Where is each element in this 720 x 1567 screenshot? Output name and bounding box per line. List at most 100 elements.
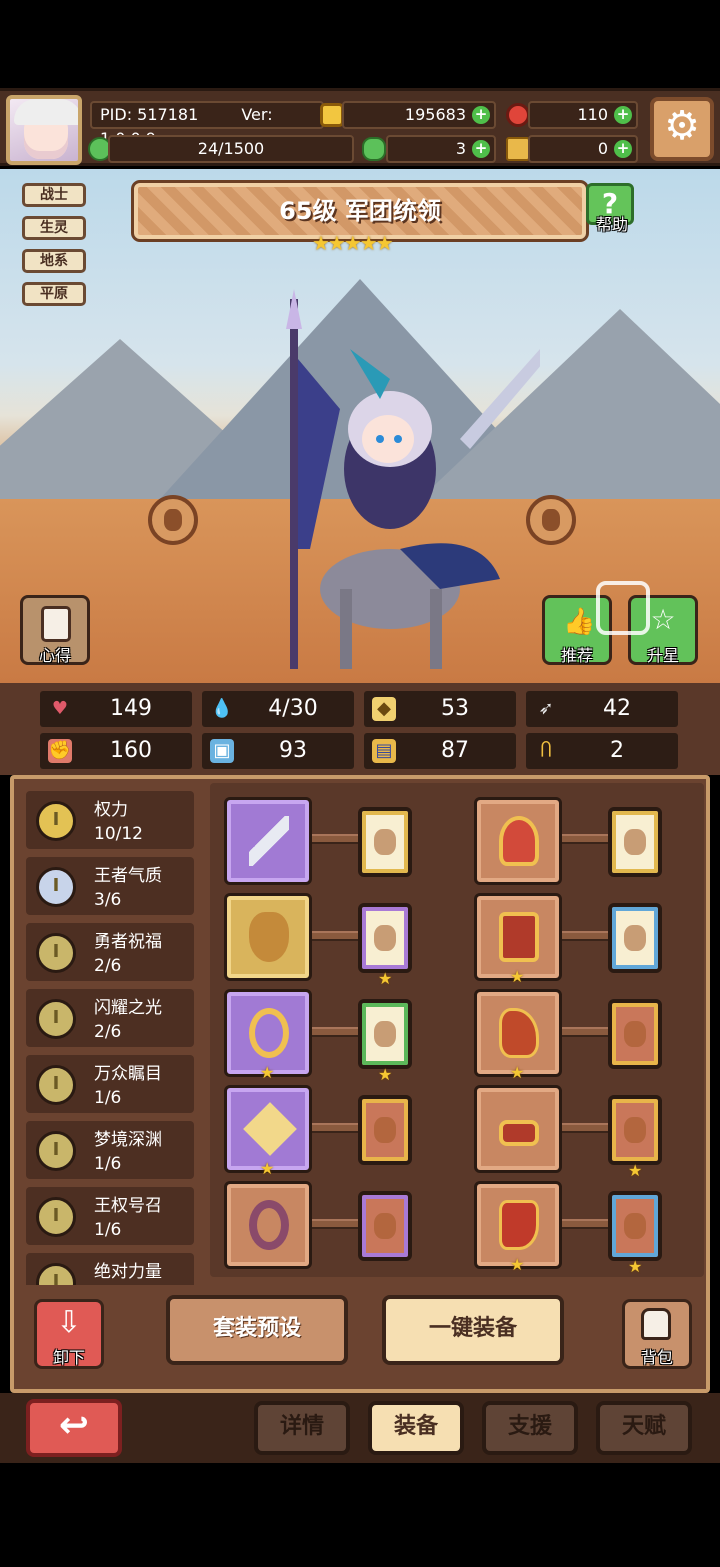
weapon-rune-card[interactable] <box>358 807 412 877</box>
backpack-button[interactable]: 背包 <box>622 1299 692 1369</box>
slot-connector <box>306 834 360 844</box>
set-item[interactable]: 勇者祝福 2/6 <box>26 923 194 981</box>
stat-hp: ♥ 149 <box>40 691 192 727</box>
set-item[interactable]: 梦境深渊 1/6 <box>26 1121 194 1179</box>
auto-equip-button[interactable]: 一键装备 <box>382 1295 564 1365</box>
screenshot-overlay-icon[interactable] <box>596 581 650 635</box>
scroll-icon <box>41 606 71 642</box>
set-item[interactable]: 万众瞩目 1/6 <box>26 1055 194 1113</box>
top-status-bar: PID: 517181 Ver: 1.0.0.9 195683 + 110 + … <box>0 88 720 166</box>
necklace-rune-card[interactable] <box>358 999 412 1069</box>
item-star-icon: ★ <box>510 1255 525 1274</box>
recommend-label: 推荐 <box>560 646 593 665</box>
tab-equipment[interactable]: 装备 <box>368 1401 464 1455</box>
ring-rune-card[interactable] <box>358 1191 412 1261</box>
backpack-label: 背包 <box>640 1348 673 1367</box>
set-bonus-list[interactable]: 权力 10/12 王者气质 3/6 勇者祝福 2/6 闪耀之光 2/6 万众瞩目… <box>20 785 204 1285</box>
ring-icon <box>249 1200 289 1250</box>
terrain-tag-plains: 平原 <box>22 282 86 306</box>
gold-counter: 195683 + <box>342 101 496 129</box>
set-item[interactable]: 王权号召 1/6 <box>26 1187 194 1245</box>
stat-magic-value: 93 <box>279 738 307 763</box>
ruby-gem-icon <box>506 103 530 127</box>
set-name: 王者气质 <box>94 866 162 886</box>
help-button[interactable]: ? 帮助 <box>586 183 638 239</box>
water-drop-icon: 💧 <box>210 698 234 719</box>
set-medal-icon <box>36 1263 76 1285</box>
set-item[interactable]: 闪耀之光 2/6 <box>26 989 194 1047</box>
set-medal-icon <box>36 1065 76 1105</box>
equipment-grid: ★ ★ ★ ★ ★ ★ ★ ★ ★ <box>210 783 704 1277</box>
set-name: 王权号召 <box>94 1196 162 1216</box>
ring-slot[interactable] <box>224 1181 312 1269</box>
arrow-down-icon: ⇩ <box>56 1305 82 1340</box>
shield-item-icon <box>249 912 289 962</box>
tab-support[interactable]: 支援 <box>482 1401 578 1455</box>
add-gold-button[interactable]: + <box>472 106 490 124</box>
item-star-icon: ★ <box>260 1159 275 1178</box>
player-avatar[interactable] <box>6 95 82 165</box>
shield-rune-card[interactable] <box>358 903 412 973</box>
armor-rune-card[interactable] <box>608 903 662 973</box>
stat-resist: ▤ 87 <box>364 733 516 769</box>
slot-connector <box>556 1027 610 1037</box>
shield-slot[interactable] <box>224 893 312 981</box>
helmet-rune-card[interactable] <box>608 807 662 877</box>
star-up-icon: ☆ <box>650 603 676 636</box>
sword-icon <box>249 816 289 866</box>
helmet-icon <box>499 816 539 866</box>
item-star-icon: ★ <box>260 1063 275 1082</box>
helmet-slot[interactable] <box>474 797 562 885</box>
stat-armor-value: 53 <box>441 696 469 721</box>
stat-luck-value: 2 <box>610 738 624 763</box>
set-name: 勇者祝福 <box>94 932 162 952</box>
necklace-icon <box>249 1008 289 1058</box>
slot-connector <box>306 1123 360 1133</box>
tab-talent[interactable]: 天赋 <box>596 1401 692 1455</box>
item-star-icon: ★ <box>510 1063 525 1082</box>
settings-gear-icon[interactable] <box>650 97 714 161</box>
back-button[interactable]: ↩ <box>26 1399 122 1457</box>
player-id: PID: 517181 <box>100 105 199 124</box>
rune-star-icon: ★ <box>628 1257 643 1276</box>
item-star-icon: ★ <box>510 967 525 986</box>
amulet-rune-card[interactable] <box>358 1095 412 1165</box>
set-preset-button[interactable]: 套装预设 <box>166 1295 348 1365</box>
set-item[interactable]: 王者气质 3/6 <box>26 857 194 915</box>
weapon-slot[interactable] <box>224 797 312 885</box>
hero-scene: 战士 生灵 地系 平原 65级 军团统领 ★★★★★ ? 帮助 心得 👍 推荐 … <box>0 169 720 683</box>
race-tag-living: 生灵 <box>22 216 86 240</box>
insight-label: 心得 <box>38 646 71 665</box>
slot-connector <box>306 1027 360 1037</box>
heart-icon: ♥ <box>51 698 69 719</box>
stat-speed-value: 42 <box>603 696 631 721</box>
set-item[interactable]: 绝对力量 <box>26 1253 194 1285</box>
set-progress: 1/6 <box>94 1220 122 1240</box>
slot-connector <box>556 1123 610 1133</box>
unequip-button[interactable]: ⇩ 卸下 <box>34 1299 104 1369</box>
key-amount: 0 <box>597 139 608 158</box>
insight-button[interactable]: 心得 <box>20 595 90 665</box>
chest-armor-icon <box>499 912 539 962</box>
set-name: 绝对力量 <box>94 1262 162 1282</box>
set-medal-icon <box>36 933 76 973</box>
add-gem-button[interactable]: + <box>614 106 632 124</box>
previous-hero-arrow[interactable] <box>148 495 198 545</box>
slot-connector <box>556 931 610 941</box>
add-clover-button[interactable]: + <box>472 140 490 158</box>
gold-amount: 195683 <box>404 105 466 124</box>
hero-character-sprite <box>286 289 540 669</box>
set-name: 万众瞩目 <box>94 1064 162 1084</box>
stat-armor: ◆ 53 <box>364 691 516 727</box>
add-key-button[interactable]: + <box>614 140 632 158</box>
set-item[interactable]: 权力 10/12 <box>26 791 194 849</box>
belt-rune-card[interactable] <box>608 1095 662 1165</box>
slot-connector <box>306 1219 360 1229</box>
gloves-rune-card[interactable] <box>608 999 662 1069</box>
belt-slot[interactable] <box>474 1085 562 1173</box>
boots-rune-card[interactable] <box>608 1191 662 1261</box>
set-progress: 3/6 <box>94 890 122 910</box>
stat-resist-value: 87 <box>441 738 469 763</box>
tab-details[interactable]: 详情 <box>254 1401 350 1455</box>
set-progress: 1/6 <box>94 1088 122 1108</box>
